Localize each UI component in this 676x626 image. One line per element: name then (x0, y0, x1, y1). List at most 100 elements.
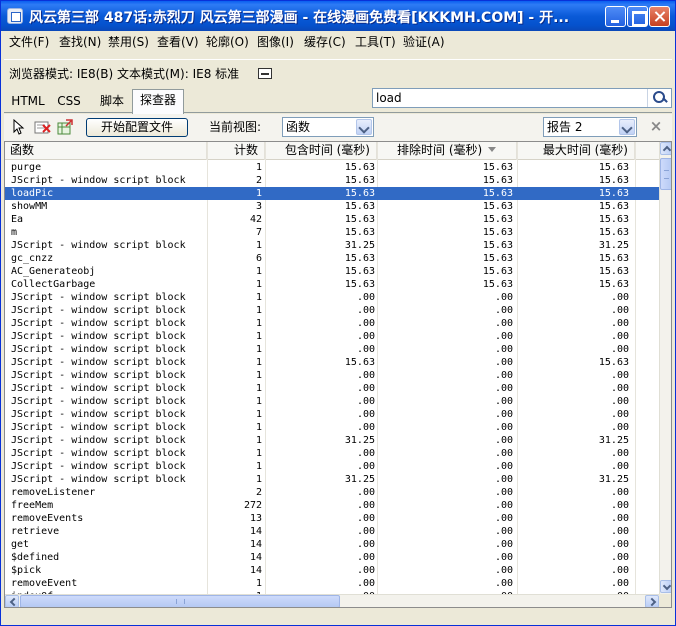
tab-css[interactable]: CSS (50, 91, 88, 113)
vertical-scroll-thumb[interactable] (660, 158, 671, 190)
table-row[interactable]: JScript - window script block 1 15.63 .00 15… (5, 356, 659, 369)
menu-find[interactable]: 查找(N) (59, 34, 101, 50)
document-mode-menu[interactable]: 文本模式(M): IE8 标准 (117, 66, 239, 82)
cell-exclusive-time: .00 (494, 409, 513, 420)
cell-exclusive-time: .00 (494, 370, 513, 381)
cell-function: gc_cnzz (11, 253, 54, 264)
minimize-button[interactable] (605, 6, 626, 27)
table-row[interactable]: JScript - window script block 1 .00 .00 .00 (5, 382, 659, 395)
cell-count: 1 (255, 188, 262, 199)
table-row[interactable]: loadPic 1 15.63 15.63 15.63 (5, 187, 659, 200)
table-row[interactable]: JScript - window script block 1 .00 .00 .00 (5, 395, 659, 408)
menu-tools[interactable]: 工具(T) (355, 34, 396, 50)
table-row[interactable]: $pick 14 .00 .00 .00 (5, 564, 659, 577)
table-row[interactable]: JScript - window script block 1 .00 .00 .00 (5, 447, 659, 460)
cell-count: 1 (255, 357, 262, 368)
table-row[interactable]: purge 1 15.63 15.63 15.63 (5, 161, 659, 174)
column-header-inclusive-time[interactable]: 包含时间 (毫秒) (265, 142, 377, 160)
table-row[interactable]: AC_Generateobj 1 15.63 15.63 15.63 (5, 265, 659, 278)
cell-function: JScript - window script block (11, 435, 186, 446)
export-data-icon[interactable] (56, 119, 74, 135)
menu-images[interactable]: 图像(I) (257, 34, 294, 50)
table-row[interactable]: showMM 3 15.63 15.63 15.63 (5, 200, 659, 213)
cell-count: 1 (255, 474, 262, 485)
table-row[interactable]: CollectGarbage 1 15.63 15.63 15.63 (5, 278, 659, 291)
scroll-down-button[interactable] (660, 580, 671, 593)
scroll-left-button[interactable] (5, 595, 19, 607)
maximize-button[interactable] (627, 6, 648, 27)
table-row[interactable]: JScript - window script block 2 15.63 15.63… (5, 174, 659, 187)
table-row[interactable]: JScript - window script block 1 .00 .00 .00 (5, 460, 659, 473)
cell-function: JScript - window script block (11, 305, 186, 316)
close-report-icon[interactable]: × (649, 118, 663, 134)
table-row[interactable]: gc_cnzz 6 15.63 15.63 15.63 (5, 252, 659, 265)
title-bar[interactable]: 风云第三部 487话:赤烈刀 风云第三部漫画 - 在线漫画免费看[KKKMH.C… (1, 1, 675, 31)
search-input[interactable] (374, 90, 644, 106)
table-row[interactable]: removeEvents 13 .00 .00 .00 (5, 512, 659, 525)
cell-count: 1 (255, 422, 262, 433)
column-header-exclusive-time[interactable]: 排除时间 (毫秒) (377, 142, 517, 160)
cell-max-time: .00 (610, 461, 629, 472)
table-row[interactable]: JScript - window script block 1 .00 .00 .00 (5, 317, 659, 330)
search-icon[interactable] (647, 89, 671, 107)
table-row[interactable]: JScript - window script block 1 31.25 .00 31… (5, 434, 659, 447)
cell-function: JScript - window script block (11, 344, 186, 355)
pin-window-icon[interactable] (258, 68, 272, 79)
tab-profiler[interactable]: 探查器 (132, 89, 184, 114)
table-row[interactable]: JScript - window script block 1 .00 .00 .00 (5, 291, 659, 304)
table-row[interactable]: m 7 15.63 15.63 15.63 (5, 226, 659, 239)
menu-cache[interactable]: 缓存(C) (304, 34, 346, 50)
browser-mode-menu[interactable]: 浏览器模式: IE8(B) (9, 66, 113, 82)
table-row[interactable]: JScript - window script block 1 .00 .00 .00 (5, 421, 659, 434)
tab-html[interactable]: HTML (8, 91, 48, 113)
cell-count: 1 (255, 292, 262, 303)
table-row[interactable]: freeMem 272 .00 .00 .00 (5, 499, 659, 512)
table-row[interactable]: JScript - window script block 1 31.25 15.63… (5, 239, 659, 252)
cell-count: 1 (255, 240, 262, 251)
cell-count: 1 (255, 279, 262, 290)
table-row[interactable]: JScript - window script block 1 .00 .00 .00 (5, 304, 659, 317)
cell-max-time: 15.63 (598, 266, 629, 277)
column-header-count[interactable]: 计数 (207, 142, 265, 160)
chevron-down-icon[interactable] (619, 119, 635, 135)
cell-exclusive-time: .00 (494, 487, 513, 498)
table-row[interactable]: JScript - window script block 1 .00 .00 .00 (5, 369, 659, 382)
chevron-down-icon[interactable] (356, 119, 372, 135)
vertical-scrollbar[interactable] (659, 142, 671, 594)
close-window-button[interactable] (649, 6, 670, 27)
menu-validate[interactable]: 验证(A) (403, 34, 445, 50)
table-row[interactable]: retrieve 14 .00 .00 .00 (5, 525, 659, 538)
scroll-up-button[interactable] (660, 142, 671, 155)
table-row[interactable]: JScript - window script block 1 31.25 .00 31… (5, 473, 659, 486)
table-row[interactable]: removeEvent 1 .00 .00 .00 (5, 577, 659, 590)
menu-file[interactable]: 文件(F) (9, 34, 49, 50)
table-row[interactable]: JScript - window script block 1 .00 .00 .00 (5, 330, 659, 343)
column-header-exclusive-time-label: 排除时间 (毫秒) (397, 143, 483, 157)
column-header-function[interactable]: 函数 (5, 142, 207, 160)
clear-icon[interactable] (34, 119, 52, 135)
cell-inclusive-time: .00 (356, 539, 375, 550)
cell-function: m (11, 227, 18, 238)
table-row[interactable]: JScript - window script block 1 .00 .00 .00 (5, 343, 659, 356)
table-row[interactable]: JScript - window script block 1 .00 .00 .00 (5, 408, 659, 421)
start-profiling-button[interactable]: 开始配置文件 (86, 118, 188, 137)
menu-disable[interactable]: 禁用(S) (108, 34, 149, 50)
menu-outline[interactable]: 轮廓(O) (206, 34, 249, 50)
view-select[interactable]: 函数 (282, 117, 374, 137)
table-row[interactable]: $defined 14 .00 .00 .00 (5, 551, 659, 564)
horizontal-scroll-thumb[interactable] (20, 595, 340, 607)
cell-max-time: 31.25 (598, 240, 629, 251)
horizontal-scrollbar[interactable] (5, 594, 659, 607)
column-header-max-time[interactable]: 最大时间 (毫秒) (517, 142, 635, 160)
report-select[interactable]: 报告 2 (543, 117, 637, 137)
scroll-right-button[interactable] (645, 595, 659, 607)
menu-view[interactable]: 查看(V) (157, 34, 199, 50)
cell-function: JScript - window script block (11, 409, 186, 420)
tab-script[interactable]: 脚本 (92, 91, 132, 113)
table-row[interactable]: Ea 42 15.63 15.63 15.63 (5, 213, 659, 226)
cell-function: CollectGarbage (11, 279, 96, 290)
table-row[interactable]: get 14 .00 .00 .00 (5, 538, 659, 551)
cell-inclusive-time: .00 (356, 305, 375, 316)
table-row[interactable]: removeListener 2 .00 .00 .00 (5, 486, 659, 499)
select-element-icon[interactable] (12, 119, 26, 135)
